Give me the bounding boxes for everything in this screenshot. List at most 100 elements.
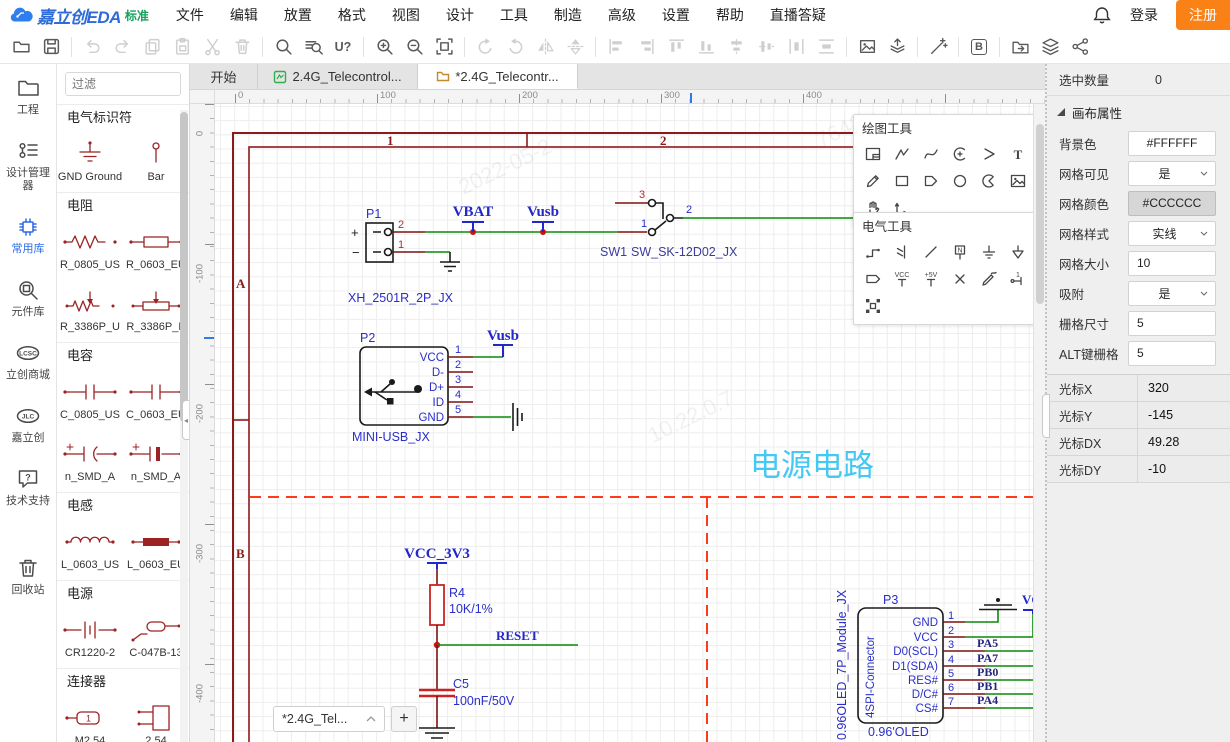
menu-file[interactable]: 文件 [163,5,217,25]
library-item-cap-1[interactable]: C_0805_US [57,368,123,430]
cut-icon[interactable] [199,34,225,60]
grid-visible-select[interactable]: 是 [1128,161,1216,186]
library-item-cap-pol-1[interactable]: n_SMD_A [57,430,123,492]
gnd-symbol-sideways[interactable] [473,403,522,431]
align-bottom-icon[interactable] [693,34,719,60]
sidebar-item-project[interactable]: 工程 [0,64,56,127]
component-c5[interactable]: C5 100nF/50V [419,645,515,728]
library-item-resistor-us[interactable]: R_0805_US [57,218,123,280]
notification-bell-icon[interactable] [1092,5,1112,25]
drawing-tools-panel[interactable]: 绘图工具— T [853,114,1045,227]
alt-grid-input[interactable] [1128,341,1216,366]
share-icon[interactable] [1067,34,1093,60]
menu-place[interactable]: 放置 [271,5,325,25]
library-filter-input[interactable] [65,72,181,96]
menu-help[interactable]: 帮助 [703,5,757,25]
copy-icon[interactable] [139,34,165,60]
flip-vertical-icon[interactable] [562,34,588,60]
tool-netlabel-icon[interactable]: N [945,238,974,265]
grid-color-input[interactable] [1128,191,1216,216]
tool-wire-icon[interactable] [858,238,887,265]
library-section-title[interactable]: 电源 [57,580,189,606]
menu-design[interactable]: 设计 [433,5,487,25]
tool-bus-icon[interactable] [887,238,916,265]
canvas-scrollbar-thumb[interactable] [1036,124,1044,304]
component-p2[interactable]: P2 VCC D- D+ ID [352,331,473,444]
library-item-pot-us[interactable]: R_3386P_U [57,280,123,342]
component-p3[interactable]: 0.96OLED_7P_Module_JX P3 4SPI-Connector … [835,589,1045,740]
sidebar-item-tech-support[interactable]: ? 技术支持 [0,455,56,518]
zoom-in-icon[interactable] [371,34,397,60]
menu-live-qa[interactable]: 直播答疑 [757,5,839,25]
tool-group-icon[interactable] [858,292,887,319]
tool-image-icon[interactable] [1003,167,1032,194]
electrical-tools-panel[interactable]: 电气工具— N VCC +5V 1 [853,212,1045,325]
tool-circle-icon[interactable] [945,167,974,194]
align-right-icon[interactable] [633,34,659,60]
distribute-horizontal-icon[interactable] [783,34,809,60]
register-button[interactable]: 注册 [1176,0,1230,30]
menu-format[interactable]: 格式 [325,5,379,25]
align-center-vertical-icon[interactable] [753,34,779,60]
annotation-power-circuit[interactable]: 电源电路 [750,448,874,483]
login-button[interactable]: 登录 [1130,5,1158,25]
menu-edit[interactable]: 编辑 [217,5,271,25]
tool-pie-icon[interactable] [974,167,1003,194]
rotate-left-icon[interactable] [472,34,498,60]
menu-view[interactable]: 视图 [379,5,433,25]
library-section-title[interactable]: 连接器 [57,668,189,694]
snap-size-input[interactable] [1128,311,1216,336]
tool-pencil-icon[interactable] [858,167,887,194]
save-icon[interactable] [38,34,64,60]
image-import-icon[interactable] [854,34,880,60]
library-collapse-handle[interactable]: ◂ [182,400,190,440]
tool-sheet-frame-icon[interactable] [858,140,887,167]
tool-vcc-flag-icon[interactable]: VCC [887,265,916,292]
tool-ground-icon[interactable] [974,238,1003,265]
net-wire-reset[interactable]: RESET [434,628,578,648]
flip-horizontal-icon[interactable] [532,34,558,60]
distribute-vertical-icon[interactable] [813,34,839,60]
tool-polyline-icon[interactable] [887,140,916,167]
open-project-icon[interactable] [8,34,34,60]
sidebar-item-lcsc-mall[interactable]: LCSC 立创商城 [0,329,56,392]
bom-icon[interactable]: B [966,34,992,60]
import-changes-icon[interactable] [884,34,910,60]
find-replace-icon[interactable] [300,34,326,60]
align-left-icon[interactable] [603,34,629,60]
snap-select[interactable]: 是 [1128,281,1216,306]
net-flag-vusb2[interactable]: Vusb [473,328,519,357]
library-item-battery[interactable]: CR1220-2 [57,606,123,668]
sidebar-item-jlc[interactable]: JLC 嘉立创 [0,392,56,455]
tool-probe-icon[interactable] [974,265,1003,292]
project-history-icon[interactable] [1007,34,1033,60]
tool-5v-flag-icon[interactable]: +5V [916,265,945,292]
search-icon[interactable] [270,34,296,60]
magic-wand-icon[interactable] [925,34,951,60]
menu-settings[interactable]: 设置 [649,5,703,25]
tool-polygon-icon[interactable] [916,167,945,194]
gnd-symbol[interactable] [419,728,455,738]
tool-line-icon[interactable] [916,238,945,265]
align-center-horizontal-icon[interactable] [723,34,749,60]
library-item-conn-1p[interactable]: 1 M2.54 [57,694,123,742]
zoom-out-icon[interactable] [401,34,427,60]
chevron-up-icon[interactable] [366,716,376,722]
gnd-symbol[interactable] [425,252,460,271]
rotate-right-icon[interactable] [502,34,528,60]
tool-arc-icon[interactable] [945,140,974,167]
library-section-title[interactable]: 电阻 [57,192,189,218]
tab-pcb-doc[interactable]: 2.4G_Telecontrol... [258,64,418,89]
sidebar-item-design-manager[interactable]: 设计管理器 [0,127,56,203]
grid-style-select[interactable]: 实线 [1128,221,1216,246]
tool-bezier-icon[interactable] [916,140,945,167]
layers-icon[interactable] [1037,34,1063,60]
tool-rectangle-icon[interactable] [887,167,916,194]
net-flag-vcc3v3[interactable]: VCC_3V3 [404,546,470,569]
menu-fabrication[interactable]: 制造 [541,5,595,25]
tool-no-connect-icon[interactable] [945,265,974,292]
add-sheet-button[interactable]: + [391,706,417,732]
app-logo[interactable]: 嘉立创EDA 标准 [8,3,149,28]
sidebar-item-common-library[interactable]: 常用库 [0,203,56,266]
panel-resize-handle[interactable] [1042,394,1050,438]
